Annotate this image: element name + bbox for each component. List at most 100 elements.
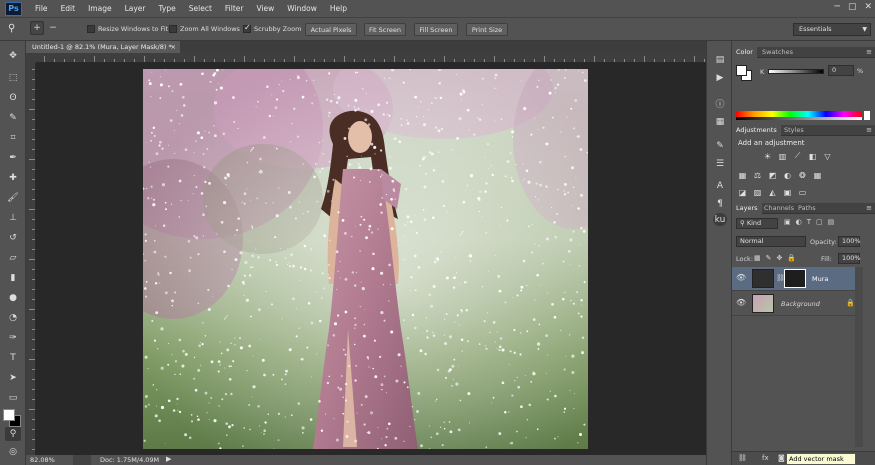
eyedropper-tool-icon[interactable]: ✒ (5, 151, 21, 165)
k-slider-track[interactable] (768, 69, 824, 74)
threshold-icon[interactable]: ◭ (767, 187, 778, 197)
fit-screen-button[interactable]: Fit Screen (364, 23, 406, 36)
tab-swatches[interactable]: Swatches (758, 47, 797, 58)
history-brush-tool-icon[interactable]: ↺ (5, 231, 21, 245)
layer-name[interactable]: Mura (812, 275, 828, 283)
tab-color[interactable]: Color (732, 47, 757, 58)
menu-filter[interactable]: Filter (225, 4, 244, 13)
scrubby-zoom-checkbox[interactable] (243, 23, 251, 33)
dodge-tool-icon[interactable]: ◔ (5, 311, 21, 325)
quick-mask-icon[interactable]: ◎ (5, 445, 21, 459)
vibrance-icon[interactable]: ▽ (822, 151, 833, 161)
menu-type[interactable]: Type (159, 4, 176, 13)
crop-tool-icon[interactable]: ⌗ (5, 131, 21, 145)
hue-saturation-icon[interactable]: ▦ (737, 170, 748, 180)
gradient-tool-icon[interactable]: ▮ (5, 271, 21, 285)
panel-menu-icon[interactable]: ≡ (866, 47, 872, 58)
tab-adjustments[interactable]: Adjustments (732, 125, 781, 136)
document-tab[interactable]: Untitled-1 @ 82.1% (Mura, Layer Mask/8) … (26, 41, 180, 53)
channel-mixer-icon[interactable]: ❂ (797, 170, 808, 180)
layer-row-background[interactable]: 👁 Background 🔒 (732, 292, 855, 316)
zoom-tool-icon[interactable]: ⚲ (8, 23, 15, 34)
close-window-button[interactable]: ✕ (864, 2, 872, 12)
white-swatch[interactable] (864, 111, 870, 120)
exposure-icon[interactable]: ◧ (807, 151, 818, 161)
filter-adjustment-icon[interactable]: ◐ (796, 218, 802, 226)
menu-help[interactable]: Help (330, 4, 347, 13)
actual-pixels-button[interactable]: Actual Pixels (305, 23, 357, 36)
move-tool-icon[interactable]: ✥ (5, 49, 21, 63)
selective-color-icon[interactable]: ▣ (782, 187, 793, 197)
filter-type-icon[interactable]: T (807, 218, 811, 226)
curves-icon[interactable]: ⟋ (792, 151, 803, 161)
lock-transparent-icon[interactable]: ▦ (754, 254, 761, 262)
zoom-all-checkbox[interactable] (169, 25, 177, 33)
layer-row-mura[interactable]: 👁 ⛓ Mura (732, 267, 855, 291)
lock-all-icon[interactable]: 🔒 (787, 254, 796, 262)
pen-tool-icon[interactable]: ✑ (5, 331, 21, 345)
eraser-tool-icon[interactable]: ▱ (5, 251, 21, 265)
blur-tool-icon[interactable]: ● (5, 291, 21, 305)
brightness-contrast-icon[interactable]: ☀ (762, 151, 773, 161)
menu-file[interactable]: File (35, 4, 48, 13)
character-panel-icon[interactable]: A (713, 179, 727, 192)
type-tool-icon[interactable]: T (5, 351, 21, 365)
canvas-area[interactable] (36, 63, 706, 455)
filter-pixel-icon[interactable]: ▣ (784, 218, 791, 226)
zoom-out-icon[interactable]: − (46, 21, 60, 35)
menu-view[interactable]: View (256, 4, 274, 13)
properties-panel-icon[interactable]: ▦ (713, 115, 727, 128)
minimize-button[interactable]: ─ (835, 2, 840, 12)
layer-mask-thumbnail[interactable] (784, 269, 806, 288)
color-foreground-swatch[interactable] (736, 65, 747, 76)
tab-layers[interactable]: Layers (732, 203, 762, 214)
clone-stamp-tool-icon[interactable]: ⊥ (5, 211, 21, 225)
black-white-icon[interactable]: ◩ (767, 170, 778, 180)
workspace-select[interactable]: Essentials ▼ (793, 23, 871, 36)
filter-shape-icon[interactable]: ▢ (816, 218, 823, 226)
info-panel-icon[interactable]: ⓘ (713, 97, 727, 110)
blend-mode-select[interactable]: Normal (736, 236, 806, 247)
fill-screen-button[interactable]: Fill Screen (414, 23, 458, 36)
marquee-tool-icon[interactable]: ⬚ (5, 71, 21, 85)
brush-presets-icon[interactable]: ☰ (713, 157, 727, 170)
levels-icon[interactable]: ▥ (777, 151, 788, 161)
tab-paths[interactable]: Paths (794, 203, 820, 214)
invert-icon[interactable]: ◪ (737, 187, 748, 197)
color-balance-icon[interactable]: ⚖ (752, 170, 763, 180)
menu-layer[interactable]: Layer (125, 4, 146, 13)
photo-filter-icon[interactable]: ◐ (782, 170, 793, 180)
panel-menu-icon[interactable]: ≡ (866, 203, 872, 214)
color-spectrum-ramp[interactable] (736, 111, 862, 120)
history-panel-icon[interactable]: ▤ (713, 53, 727, 66)
gradient-map-icon[interactable]: ▭ (797, 187, 808, 197)
menu-edit[interactable]: Edit (61, 4, 76, 13)
maximize-button[interactable]: ▢ (848, 2, 857, 12)
visibility-eye-icon[interactable]: 👁 (736, 298, 746, 307)
rectangle-tool-icon[interactable]: ▭ (5, 391, 21, 405)
tab-styles[interactable]: Styles (780, 125, 808, 136)
document-canvas-image[interactable] (143, 69, 588, 449)
kuler-panel-icon[interactable]: ku (713, 213, 727, 226)
layers-scrollbar[interactable] (855, 267, 863, 447)
add-mask-icon[interactable]: ◙ (778, 454, 785, 462)
color-lookup-icon[interactable]: ▦ (812, 170, 823, 180)
visibility-eye-icon[interactable]: 👁 (736, 273, 746, 282)
brush-panel-icon[interactable]: ✎ (713, 139, 727, 152)
healing-brush-tool-icon[interactable]: ✚ (5, 171, 21, 185)
document-size-info[interactable]: Doc: 1.75M/4.09M (100, 456, 159, 464)
panel-menu-icon[interactable]: ≡ (866, 125, 872, 136)
menu-window[interactable]: Window (287, 4, 317, 13)
lock-position-icon[interactable]: ✥ (777, 254, 783, 262)
layer-filter-select[interactable]: ⚲ Kind (736, 218, 778, 229)
menu-select[interactable]: Select (189, 4, 212, 13)
fill-input[interactable]: 100% (838, 253, 861, 264)
opacity-input[interactable]: 100% (838, 236, 861, 247)
zoom-in-icon[interactable]: + (30, 21, 44, 35)
layer-name[interactable]: Background (781, 300, 820, 308)
resize-windows-checkbox[interactable] (87, 25, 95, 33)
close-document-icon[interactable]: × (171, 41, 176, 53)
zoom-tool-icon[interactable]: ⚲ (5, 427, 21, 441)
layer-style-icon[interactable]: fx (762, 454, 769, 462)
posterize-icon[interactable]: ▨ (752, 187, 763, 197)
